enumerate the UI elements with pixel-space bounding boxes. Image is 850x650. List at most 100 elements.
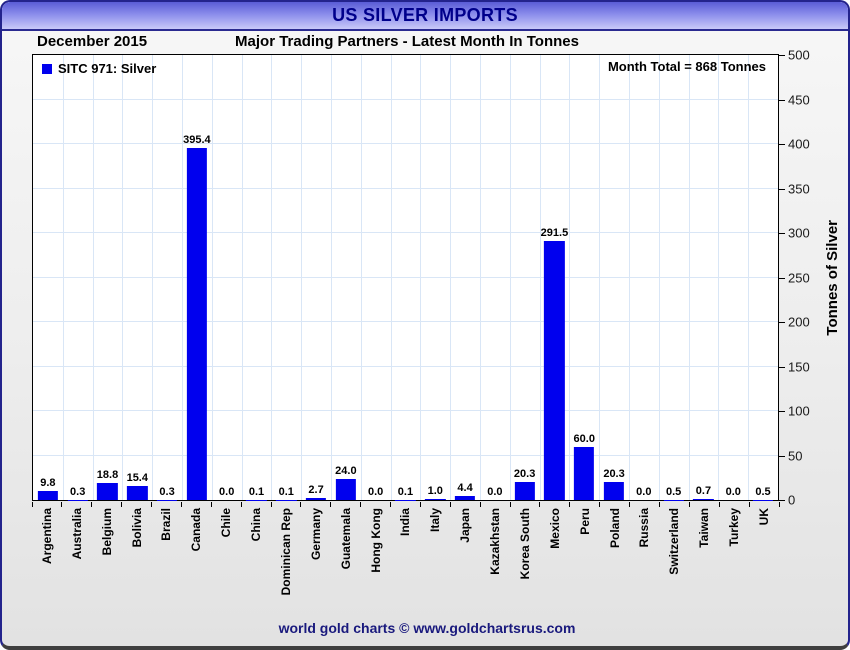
x-label-slot: Belgium (92, 508, 122, 623)
bar-taiwan (693, 499, 714, 500)
x-tick-mark (748, 502, 750, 507)
bar-slot: 0.0 (361, 55, 391, 500)
y-tick-mark (779, 366, 785, 368)
bars-layer: 9.8 0.3 18.8 15.4 0.3 395.4 0.0 0.1 0.1 2.7 24.0 0.… (33, 55, 778, 500)
y-tick-label: 150 (788, 359, 810, 374)
y-tick-label: 250 (788, 270, 810, 285)
x-label-taiwan: Taiwan (697, 508, 712, 548)
y-tick-label: 50 (788, 448, 803, 463)
x-label-switzerland: Switzerland (667, 508, 682, 575)
x-label-uk: UK (756, 508, 771, 526)
bar-value-label: 0.1 (397, 485, 414, 498)
x-label-slot: Canada (181, 508, 211, 623)
bar-value-label: 0.0 (636, 486, 652, 498)
x-label-slot: Germany (301, 508, 331, 623)
bar-value-label: 0.0 (487, 486, 503, 498)
y-axis-title: Tonnes of Silver (823, 219, 841, 336)
bar-slot: 20.3 (599, 55, 629, 500)
bar-value-label: 24.0 (335, 464, 357, 477)
bar-slot: 15.4 (122, 55, 152, 500)
bar-value-label: 0.1 (278, 485, 294, 498)
bar-slot: 24.0 (331, 55, 361, 500)
title-bar: US SILVER IMPORTS (2, 2, 848, 31)
bar-slot: 0.0 (212, 55, 242, 500)
x-tick-mark (121, 502, 123, 507)
x-label-poland: Poland (607, 508, 622, 549)
x-tick-mark (778, 502, 780, 507)
bar-slot: 0.5 (659, 55, 689, 500)
x-label-bolivia: Bolivia (129, 508, 144, 548)
y-axis-title-wrap: Tonnes of Silver (818, 54, 846, 501)
bar-value-label: 291.5 (540, 226, 569, 239)
x-axis-labels: Argentina Australia Belgium Bolivia Brazil Ca… (32, 508, 779, 623)
x-tick-mark (539, 502, 541, 507)
x-label-russia: Russia (637, 508, 652, 548)
x-tick-mark (509, 502, 511, 507)
bar-value-label: 20.3 (603, 467, 625, 480)
bar-slot: 0.1 (391, 55, 421, 500)
bar-germany (305, 497, 327, 500)
y-tick-label: 0 (788, 492, 796, 508)
legend-swatch-icon (42, 63, 52, 74)
x-label-slot: Korea South (510, 508, 540, 623)
bar-slot: 0.1 (271, 55, 301, 500)
x-tick-mark (330, 502, 332, 507)
y-tick-mark (779, 500, 785, 501)
y-tick-mark (779, 455, 785, 457)
x-label-slot: Chile (211, 508, 241, 623)
legend: SITC 971: Silver (42, 61, 156, 76)
bar-argentina (37, 491, 59, 500)
x-label-italy: Italy (428, 508, 443, 533)
y-tick-label: 200 (788, 314, 810, 330)
bar-value-label: 395.4 (183, 134, 211, 147)
bar-poland (603, 481, 625, 500)
y-tick-mark (779, 188, 785, 190)
month-total-annotation: Month Total = 868 Tonnes (607, 59, 766, 74)
bar-slot: 291.5 (540, 55, 570, 500)
bar-slot: 1.0 (420, 55, 450, 500)
x-label-chile: Chile (219, 508, 234, 538)
x-label-slot: Dominican Rep (271, 508, 301, 623)
bar-value-label: 0.3 (159, 485, 175, 498)
x-label-australia: Australia (69, 508, 84, 560)
bar-value-label: 0.3 (70, 485, 86, 498)
bar-value-label: 60.0 (573, 432, 595, 445)
x-label-argentina: Argentina (39, 508, 54, 565)
bar-slot: 0.1 (242, 55, 272, 500)
y-tick-label: 300 (788, 225, 810, 241)
bar-slot: 0.3 (63, 55, 93, 500)
x-label-hong-kong: Hong Kong (368, 508, 383, 573)
bar-slot: 18.8 (93, 55, 123, 500)
bar-slot: 0.3 (152, 55, 182, 500)
x-tick-mark (360, 502, 362, 507)
x-tick-mark (180, 502, 182, 507)
bar-value-label: 0.0 (725, 486, 741, 498)
y-tick-label: 100 (788, 403, 810, 419)
x-label-peru: Peru (577, 508, 592, 535)
plot-area: 9.8 0.3 18.8 15.4 0.3 395.4 0.0 0.1 0.1 2.7 24.0 0.… (32, 54, 779, 501)
bar-value-label: 20.3 (513, 467, 536, 480)
x-label-slot: Hong Kong (361, 508, 391, 623)
bar-value-label: 0.0 (219, 486, 235, 498)
y-tick-label: 350 (788, 181, 810, 196)
bar-mexico (544, 240, 565, 500)
x-label-germany: Germany (308, 508, 323, 561)
x-tick-mark (658, 502, 660, 507)
x-tick-mark (449, 502, 451, 507)
bar-value-label: 2.7 (308, 483, 324, 496)
x-label-slot: Brazil (152, 508, 182, 623)
x-label-india: India (398, 508, 413, 537)
y-tick-mark (779, 55, 785, 56)
bar-slot: 0.0 (718, 55, 748, 500)
bar-value-label: 0.0 (368, 486, 384, 498)
bar-value-label: 0.5 (665, 485, 682, 498)
bar-value-label: 18.8 (96, 469, 119, 482)
bar-korea-south (514, 481, 535, 500)
x-label-japan: Japan (458, 508, 473, 543)
y-tick-label: 400 (788, 136, 810, 152)
x-label-slot: Kazakhstan (480, 508, 510, 623)
y-tick-mark (779, 322, 785, 323)
bar-slot: 20.3 (510, 55, 540, 500)
bar-slot: 4.4 (450, 55, 480, 500)
x-tick-mark (270, 502, 272, 507)
